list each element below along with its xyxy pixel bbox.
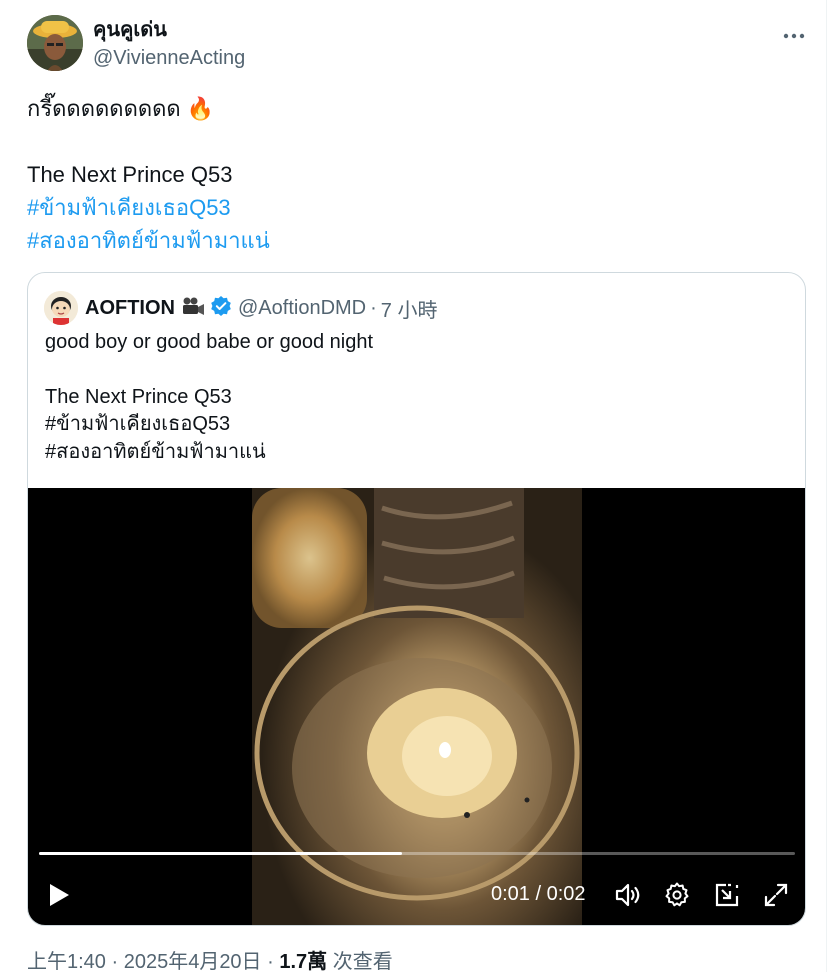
video-player[interactable]: 0:01 / 0:02 [28,488,805,925]
tweet-body: กรี๊ดดดดดดดดด 🔥 The Next Prince Q53 #ข้า… [27,92,797,257]
play-icon [50,884,69,906]
volume-icon [615,883,640,907]
quoted-author-handle[interactable]: @AoftionDMD [238,297,366,320]
picture-in-picture-button[interactable] [710,878,744,912]
fire-emoji: 🔥 [186,96,215,121]
video-frame-candle [252,488,582,925]
author-avatar[interactable] [27,15,83,71]
tweet-header: คุนคูเด่น @VivienneActing [27,15,807,71]
author-display-name[interactable]: คุนคูเด่น [93,17,245,43]
video-progress-bar[interactable] [39,852,795,855]
separator-dot: · [370,296,377,319]
tweet-timestamp[interactable]: 上午1:40 · 2025年4月20日 · [27,951,279,972]
volume-button[interactable] [611,878,645,912]
settings-button[interactable] [660,878,694,912]
tweet-text-line: The Next Prince Q53 [27,162,233,187]
fullscreen-icon [764,883,788,907]
author-handle[interactable]: @VivienneActing [93,45,245,71]
views-label: 次查看 [327,951,393,972]
video-time-display: 0:01 / 0:02 [491,883,586,905]
quoted-text-line: #สองอาทิตย์ข้ามฟ้ามาแน่ [45,440,266,463]
quoted-tweet-header: AOFTION @AoftionDMD · 7 小時 [44,291,437,325]
verified-badge-icon[interactable] [210,295,232,322]
quoted-tweet-time[interactable]: 7 小時 [381,294,438,323]
picture-in-picture-icon [715,883,739,907]
more-horizontal-icon [783,33,805,39]
video-progress-fill [39,852,402,855]
timeline-border [826,0,827,972]
quoted-author-display-name[interactable]: AOFTION [85,297,175,320]
quoted-author-avatar[interactable] [44,291,78,325]
views-count[interactable]: 1.7萬 [279,951,327,972]
quoted-text-line: The Next Prince Q53 [45,385,232,408]
more-options-button[interactable] [781,23,807,49]
hashtag-link[interactable]: #สองอาทิตย์ข้ามฟ้ามาแน่ [27,224,797,257]
tweet-text-line: กรี๊ดดดดดดดดด [27,96,181,121]
quoted-text-line: good boy or good babe or good night [45,331,374,353]
quoted-tweet-card[interactable]: AOFTION @AoftionDMD · 7 小時 good boy or g… [27,272,806,926]
play-button[interactable] [42,878,76,912]
fullscreen-button[interactable] [759,878,793,912]
tweet-footer: 上午1:40 · 2025年4月20日 · 1.7萬 次查看 [27,948,393,972]
hashtag-link[interactable]: #ข้ามฟ้าเคียงเธอQ53 [27,191,797,224]
movie-camera-icon [181,296,205,321]
quoted-text-line: #ข้ามฟ้าเคียงเธอQ53 [45,413,231,435]
quoted-tweet-body: good boy or good babe or good night The … [45,329,373,466]
gear-icon [665,882,689,907]
